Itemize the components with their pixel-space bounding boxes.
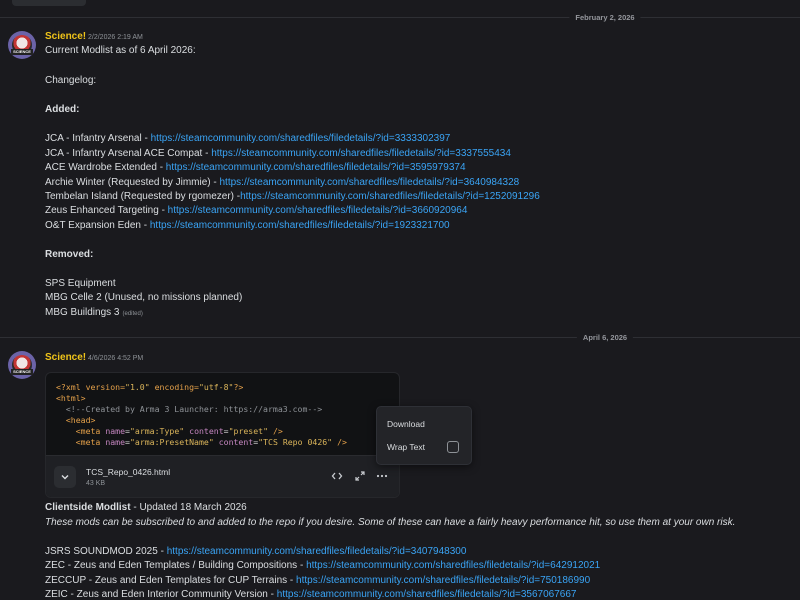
message-title: Current Modlist as of 6 April 2026: xyxy=(45,45,196,56)
timestamp: 4/6/2026 4:52 PM xyxy=(88,355,144,362)
avatar-caption: SCIENCE xyxy=(11,369,33,375)
mod-link[interactable]: https://steamcommunity.com/sharedfiles/f… xyxy=(240,191,540,202)
context-menu: Download Wrap Text xyxy=(376,406,472,465)
removed-item: MBG Buildings 3 (edited) xyxy=(45,307,143,318)
clientside-note: These mods can be subscribed to and adde… xyxy=(45,517,736,528)
added-item: Archie Winter (Requested by Jimmie) - ht… xyxy=(45,177,520,188)
download-menu-item[interactable]: Download xyxy=(387,419,425,429)
added-item: ACE Wardrobe Extended - https://steamcom… xyxy=(45,162,466,173)
file-name[interactable]: TCS_Repo_0426.html xyxy=(86,467,170,477)
changelog-label: Changelog: xyxy=(45,75,97,86)
mod-link[interactable]: https://steamcommunity.com/sharedfiles/f… xyxy=(150,220,450,231)
top-partial-button[interactable] xyxy=(12,0,86,6)
code-preview[interactable]: <?xml version="1.0" encoding="utf-8"?> <… xyxy=(56,382,347,448)
wrap-text-menu-item[interactable]: Wrap Text xyxy=(387,442,425,452)
mod-item: JSRS SOUNDMOD 2025 - https://steamcommun… xyxy=(45,546,467,557)
removed-item: MBG Celle 2 (Unused, no missions planned… xyxy=(45,292,243,303)
added-item: JCA - Infantry Arsenal - https://steamco… xyxy=(45,133,451,144)
mod-link[interactable]: https://steamcommunity.com/sharedfiles/f… xyxy=(166,162,466,173)
added-item: Tembelan Island (Requested by rgomezer) … xyxy=(45,191,540,202)
code-line: <html> xyxy=(56,393,86,403)
date-divider: February 2, 2026 xyxy=(0,12,800,24)
mod-link[interactable]: https://steamcommunity.com/sharedfiles/f… xyxy=(220,177,520,188)
file-size: 43 KB xyxy=(86,480,106,487)
mod-link[interactable]: https://steamcommunity.com/sharedfiles/f… xyxy=(168,205,468,216)
avatar[interactable]: SCIENCE xyxy=(8,351,36,379)
code-line: <?xml version="1.0" encoding="utf-8"?> xyxy=(56,382,244,392)
mod-item: ZEC - Zeus and Eden Templates / Building… xyxy=(45,560,601,571)
added-heading: Added: xyxy=(45,104,80,115)
file-bar: TCS_Repo_0426.html 43 KB xyxy=(46,455,399,497)
username[interactable]: Science! xyxy=(45,352,86,363)
username[interactable]: Science! xyxy=(45,31,86,42)
mod-link[interactable]: https://steamcommunity.com/sharedfiles/f… xyxy=(211,148,511,159)
added-item: O&T Expansion Eden - https://steamcommun… xyxy=(45,220,450,231)
mod-item: ZECCUP - Zeus and Eden Templates for CUP… xyxy=(45,575,591,586)
mod-link[interactable]: https://steamcommunity.com/sharedfiles/f… xyxy=(277,589,577,600)
mod-link[interactable]: https://steamcommunity.com/sharedfiles/f… xyxy=(151,133,451,144)
code-line: <!--Created by Arma 3 Launcher: https://… xyxy=(56,404,323,414)
chevron-down-icon xyxy=(61,475,69,480)
code-attachment: <?xml version="1.0" encoding="utf-8"?> <… xyxy=(45,372,400,498)
edited-label: (edited) xyxy=(122,311,143,317)
added-item: Zeus Enhanced Targeting - https://steamc… xyxy=(45,205,468,216)
timestamp: 2/2/2026 2:19 AM xyxy=(88,34,143,41)
code-icon[interactable] xyxy=(331,470,343,486)
code-line: <meta name="arma:Type" content="preset" … xyxy=(75,426,283,436)
more-dots-icon[interactable] xyxy=(376,470,388,486)
avatar-caption: SCIENCE xyxy=(11,49,33,55)
code-line: <head> xyxy=(65,415,96,425)
expand-button[interactable] xyxy=(54,466,76,488)
removed-heading: Removed: xyxy=(45,249,94,260)
date-divider-label: April 6, 2026 xyxy=(576,332,634,344)
date-divider-label: February 2, 2026 xyxy=(569,12,641,24)
avatar[interactable]: SCIENCE xyxy=(8,31,36,59)
mod-link[interactable]: https://steamcommunity.com/sharedfiles/f… xyxy=(306,560,600,571)
mod-item: ZEIC - Zeus and Eden Interior Community … xyxy=(45,589,577,600)
removed-item: SPS Equipment xyxy=(45,278,116,289)
clientside-heading: Clientside Modlist - Updated 18 March 20… xyxy=(45,502,247,513)
added-item: JCA - Infantry Arsenal ACE Compat - http… xyxy=(45,148,511,159)
date-divider: April 6, 2026 xyxy=(0,332,800,344)
expand-arrows-icon[interactable] xyxy=(354,470,366,486)
mod-link[interactable]: https://steamcommunity.com/sharedfiles/f… xyxy=(167,546,467,557)
mod-link[interactable]: https://steamcommunity.com/sharedfiles/f… xyxy=(296,575,590,586)
wrap-text-checkbox[interactable] xyxy=(447,441,459,453)
code-line: <meta name="arma:PresetName" content="TC… xyxy=(75,437,347,447)
